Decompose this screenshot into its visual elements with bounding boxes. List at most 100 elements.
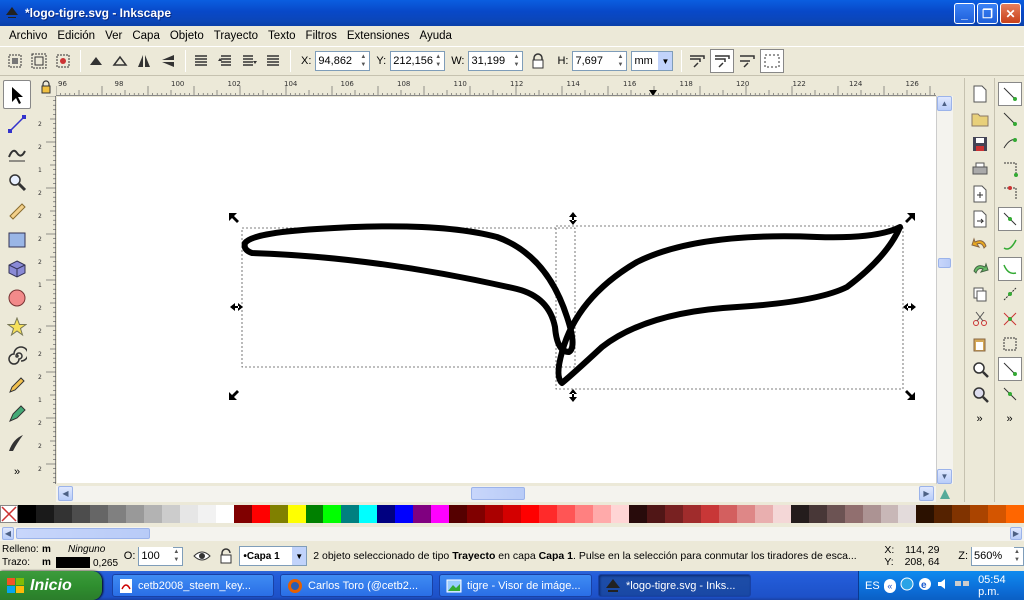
flip-vertical-icon[interactable] — [157, 50, 179, 72]
color-swatch[interactable] — [215, 505, 234, 523]
select-all-layers-icon[interactable] — [28, 50, 50, 72]
task-firefox[interactable]: Carlos Toro (@cetb2... — [280, 574, 433, 597]
close-button[interactable]: ✕ — [1000, 3, 1021, 24]
tray-expand-icon[interactable]: « — [883, 578, 897, 593]
flip-horizontal-icon[interactable] — [133, 50, 155, 72]
color-swatch[interactable] — [1006, 505, 1024, 523]
spiral-tool[interactable] — [3, 341, 31, 370]
snap-bbox-midpoint-icon[interactable] — [998, 182, 1022, 206]
lower-icon[interactable] — [238, 50, 260, 72]
zoom-selection-icon[interactable] — [968, 357, 992, 381]
color-swatch[interactable] — [754, 505, 773, 523]
open-icon[interactable] — [968, 107, 992, 131]
color-swatch[interactable] — [251, 505, 270, 523]
connection-icon[interactable] — [954, 577, 970, 594]
undo-icon[interactable] — [968, 232, 992, 256]
more-snap-icon[interactable]: » — [998, 407, 1022, 431]
select-all-icon[interactable] — [4, 50, 26, 72]
unit-select[interactable]: mm ▼ — [631, 51, 674, 71]
new-document-icon[interactable] — [968, 82, 992, 106]
move-patterns-icon[interactable] — [760, 48, 785, 73]
snap-nodes-icon[interactable] — [997, 207, 1022, 231]
color-swatch[interactable] — [970, 505, 989, 523]
more-commands-icon[interactable]: » — [968, 407, 992, 431]
color-swatch[interactable] — [880, 505, 899, 523]
horizontal-ruler[interactable]: 96 98 100 102 104 106 108 110 112 114 116 118 120 122… — [56, 78, 936, 96]
color-swatch[interactable] — [395, 505, 414, 523]
ie-icon[interactable]: e — [918, 577, 932, 594]
vertical-scroll-thumb[interactable] — [938, 258, 951, 268]
redo-icon[interactable] — [968, 257, 992, 281]
handle-top-center[interactable] — [569, 212, 577, 225]
h-spinbox[interactable]: ▲▼ — [572, 51, 628, 71]
guide-lock-icon[interactable] — [36, 78, 56, 96]
horizontal-scrollbar[interactable]: ◀ ▶ — [56, 486, 936, 502]
zoom-tool[interactable] — [3, 167, 31, 196]
color-swatch[interactable] — [413, 505, 432, 523]
selector-tool[interactable] — [3, 80, 31, 109]
opacity-input[interactable] — [139, 547, 174, 565]
color-swatch[interactable] — [682, 505, 701, 523]
palette-scroll-left-icon[interactable]: ◀ — [2, 527, 14, 540]
scale-stroke-icon[interactable] — [686, 50, 708, 72]
color-swatch[interactable] — [826, 505, 845, 523]
handle-left-middle[interactable] — [230, 303, 243, 311]
handle-bottom-center[interactable] — [569, 389, 577, 402]
menu-extensiones[interactable]: Extensiones — [342, 30, 415, 42]
color-swatch[interactable] — [808, 505, 827, 523]
pencil-tool[interactable] — [3, 370, 31, 399]
move-gradients-icon[interactable] — [736, 50, 758, 72]
no-paint-swatch[interactable] — [0, 505, 18, 523]
color-swatch[interactable] — [898, 505, 917, 523]
w-input[interactable] — [469, 52, 514, 70]
palette-scroll-right-icon[interactable]: ▶ — [1010, 527, 1022, 540]
fill-none-text[interactable]: Ninguno — [68, 544, 105, 555]
color-swatch[interactable] — [628, 505, 647, 523]
snap-center-icon[interactable] — [998, 332, 1022, 356]
start-button[interactable]: Inicio — [0, 571, 102, 600]
eye-icon[interactable] — [191, 545, 213, 567]
menu-edicion[interactable]: Edición — [52, 30, 100, 42]
rectangle-tool[interactable] — [3, 225, 31, 254]
snap-enable-icon[interactable] — [997, 82, 1022, 106]
save-icon[interactable] — [968, 132, 992, 156]
pen-tool[interactable] — [3, 399, 31, 428]
color-swatch[interactable] — [610, 505, 629, 523]
color-swatch[interactable] — [718, 505, 737, 523]
task-inkscape[interactable]: *logo-tigre.svg - Inks... — [598, 574, 751, 597]
snap-bbox-corner-icon[interactable] — [998, 157, 1022, 181]
paste-icon[interactable] — [968, 332, 992, 356]
layer-lock-icon[interactable] — [215, 545, 237, 567]
color-swatch[interactable] — [161, 505, 180, 523]
color-swatch[interactable] — [593, 505, 611, 523]
color-swatch[interactable] — [323, 505, 342, 523]
color-swatch[interactable] — [862, 505, 881, 523]
color-swatch[interactable] — [916, 505, 935, 523]
color-swatch[interactable] — [35, 505, 54, 523]
drawing-canvas[interactable] — [57, 97, 936, 483]
zoom-input[interactable] — [972, 547, 1014, 565]
print-icon[interactable] — [968, 157, 992, 181]
color-swatch[interactable] — [431, 505, 450, 523]
scroll-up-icon[interactable]: ▲ — [937, 96, 952, 111]
color-swatch[interactable] — [934, 505, 953, 523]
rotate-cw-icon[interactable] — [109, 50, 131, 72]
raise-icon[interactable] — [214, 50, 236, 72]
more-tools-icon[interactable]: » — [3, 457, 31, 486]
export-icon[interactable] — [968, 207, 992, 231]
color-swatch[interactable] — [700, 505, 719, 523]
handle-top-right[interactable] — [905, 213, 915, 223]
w-spinbox[interactable]: ▲▼ — [468, 51, 524, 71]
menu-archivo[interactable]: Archivo — [4, 30, 52, 42]
color-swatch[interactable] — [790, 505, 809, 523]
color-swatch[interactable] — [503, 505, 522, 523]
color-swatch[interactable] — [646, 505, 665, 523]
task-image-viewer[interactable]: tigre - Visor de imáge... — [439, 574, 592, 597]
snap-bbox-edge-icon[interactable] — [998, 132, 1022, 156]
palette-scrollbar[interactable]: ◀ ▶ — [0, 527, 1024, 541]
layer-select[interactable]: •Capa 1 ▼ — [239, 546, 308, 566]
handle-bottom-right[interactable] — [905, 390, 915, 400]
language-indicator[interactable]: ES — [865, 580, 880, 592]
color-swatch[interactable] — [485, 505, 504, 523]
color-swatch[interactable] — [89, 505, 108, 523]
